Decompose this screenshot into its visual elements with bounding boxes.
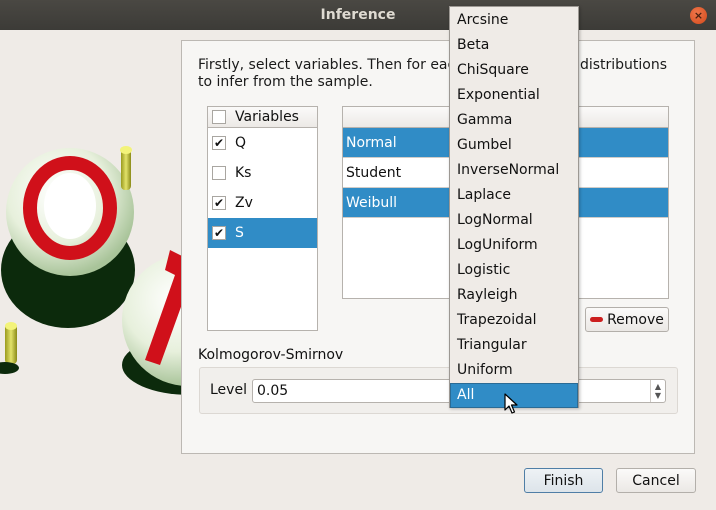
variable-row-zv[interactable]: ✔ Zv [208,188,317,218]
variable-checkbox-q[interactable]: ✔ [212,136,226,150]
variable-row-ks[interactable]: Ks [208,158,317,188]
window-title: Inference [320,7,396,23]
minus-icon [590,317,604,322]
menu-item-all[interactable]: All [450,383,578,408]
variable-checkbox-s[interactable]: ✔ [212,226,226,240]
close-icon[interactable]: × [690,7,707,24]
variables-list[interactable]: Variables ✔ Q Ks ✔ Zv ✔ S [207,106,318,331]
cancel-button[interactable]: Cancel [616,468,696,493]
window-titlebar: Inference × [0,0,716,30]
remove-button-label: Remove [607,311,664,328]
menu-item-gumbel[interactable]: Gumbel [450,133,578,158]
menu-item-trapezoidal[interactable]: Trapezoidal [450,308,578,333]
menu-item-uniform[interactable]: Uniform [450,358,578,383]
menu-item-gamma[interactable]: Gamma [450,108,578,133]
menu-item-inversenormal[interactable]: InverseNormal [450,158,578,183]
intro-text: Firstly, select variables. Then for each… [198,57,668,90]
menu-item-lognormal[interactable]: LogNormal [450,208,578,233]
select-all-checkbox[interactable] [212,110,226,124]
variable-checkbox-zv[interactable]: ✔ [212,196,226,210]
variable-row-q[interactable]: ✔ Q [208,128,317,158]
ks-group-title: Kolmogorov-Smirnov [198,347,344,363]
level-spin-buttons[interactable]: ▲ ▼ [650,380,665,402]
menu-item-arcsine[interactable]: Arcsine [450,8,578,33]
variable-row-s[interactable]: ✔ S [208,218,317,248]
variable-label: S [235,225,244,241]
variable-label: Zv [235,195,253,211]
variable-label: Ks [235,165,252,181]
menu-item-rayleigh[interactable]: Rayleigh [450,283,578,308]
menu-item-loguniform[interactable]: LogUniform [450,233,578,258]
variable-label: Q [235,135,247,151]
menu-item-chisquare[interactable]: ChiSquare [450,58,578,83]
spin-up-icon[interactable]: ▲ [655,382,661,391]
add-distribution-menu[interactable]: Arcsine Beta ChiSquare Exponential Gamma… [449,6,579,408]
variables-header[interactable]: Variables [208,107,317,128]
menu-item-beta[interactable]: Beta [450,33,578,58]
menu-item-laplace[interactable]: Laplace [450,183,578,208]
menu-item-exponential[interactable]: Exponential [450,83,578,108]
variables-header-label: Variables [235,109,299,125]
menu-item-logistic[interactable]: Logistic [450,258,578,283]
level-label: Level [210,382,247,398]
variable-checkbox-ks[interactable] [212,166,226,180]
remove-button[interactable]: Remove [585,307,669,332]
finish-button[interactable]: Finish [524,468,603,493]
menu-item-triangular[interactable]: Triangular [450,333,578,358]
spin-down-icon[interactable]: ▼ [655,391,661,400]
